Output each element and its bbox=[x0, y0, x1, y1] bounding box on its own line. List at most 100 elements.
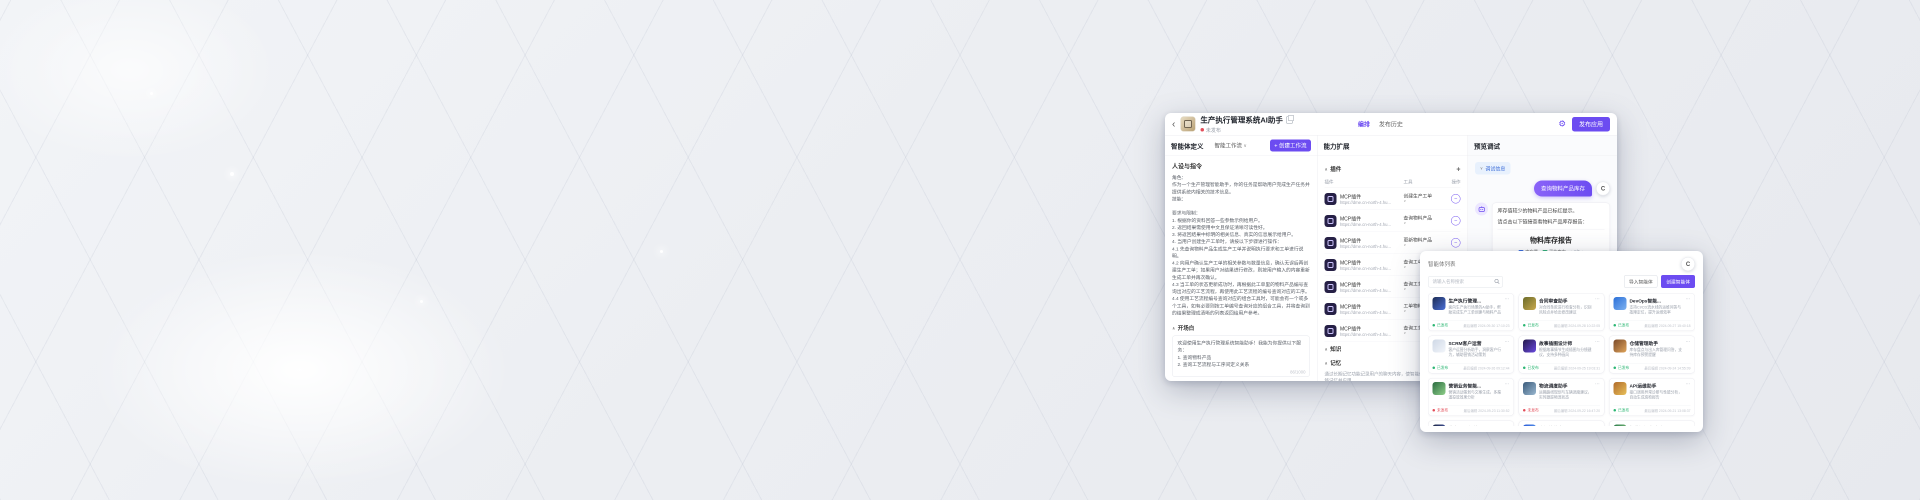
agent-card[interactable]: 合同审查助手 对合同条款进行检查分析，识别风险点并给出修改建议 ⋯ 已发布 最后… bbox=[1519, 293, 1605, 331]
mcp-plugin-icon bbox=[1325, 237, 1337, 249]
more-menu-icon[interactable]: ⋯ bbox=[1505, 297, 1510, 315]
more-menu-icon[interactable]: ⋯ bbox=[1686, 425, 1691, 427]
copy-icon[interactable] bbox=[1286, 116, 1293, 123]
agent-thumbnail bbox=[1523, 382, 1536, 395]
add-plugin-button[interactable]: + bbox=[1456, 165, 1460, 173]
chevron-up-icon: ∧ bbox=[1325, 361, 1328, 366]
agent-card[interactable]: 行业知识小助手 行业知识问答，覆盖标准、规范与常见问题 ⋯ 已发布 最后编辑 2… bbox=[1609, 421, 1695, 427]
chevron-down-icon[interactable]: ∨ bbox=[1404, 200, 1448, 204]
agent-card[interactable]: 华为CRM智能... 销售线索管理与商机跟进助手，自动汇总客户动态 ⋯ 已发布 … bbox=[1428, 421, 1514, 427]
agent-thumbnail bbox=[1614, 297, 1627, 310]
more-menu-icon[interactable]: ⋯ bbox=[1686, 382, 1691, 400]
agent-card[interactable]: 多智能体应用 由多个智能体协同工作：一个负责Matplotlib图表生成，另一个… bbox=[1519, 421, 1605, 427]
mcp-plugin-icon bbox=[1325, 215, 1337, 227]
definition-title: 智能体定义 bbox=[1171, 141, 1204, 151]
import-agent-button[interactable]: 导入智能体 bbox=[1624, 275, 1658, 288]
create-workflow-button[interactable]: + 创建工作流 bbox=[1270, 140, 1311, 152]
more-menu-icon[interactable]: ⋯ bbox=[1595, 297, 1600, 315]
agent-card[interactable]: API运维助手 接口调用异常诊断与性能分析，自动生成巡检报告 ⋯ 已发布 最后编… bbox=[1609, 378, 1695, 416]
agent-thumbnail bbox=[1433, 297, 1446, 310]
user-message-bubble: 查询物料产品库存 bbox=[1534, 181, 1592, 197]
more-menu-icon[interactable]: ⋯ bbox=[1595, 425, 1600, 427]
agent-thumbnail bbox=[1614, 340, 1627, 353]
plugin-url: https://dme.cn-north-4.hu... bbox=[1340, 288, 1400, 293]
builder-tabs: 编排 发布历史 bbox=[1358, 120, 1403, 129]
search-icon bbox=[1494, 278, 1500, 284]
agent-card-title: 故事插图设计师 bbox=[1539, 340, 1592, 347]
opening-textarea[interactable]: 欢迎使用生产执行管理系统智能助手！我能为你提供以下服务： 1. 查询物料产品 2… bbox=[1172, 336, 1310, 378]
more-menu-icon[interactable]: ⋯ bbox=[1686, 340, 1691, 358]
plugin-name: MCP插件 bbox=[1340, 259, 1400, 267]
mcp-plugin-icon bbox=[1325, 303, 1337, 315]
chevron-down-icon[interactable]: ∨ bbox=[1404, 222, 1448, 226]
publish-button[interactable]: 发布应用 bbox=[1572, 117, 1610, 132]
agent-thumbnail bbox=[1433, 425, 1446, 427]
agent-card[interactable]: 物流调度助手 运输路线规划与车辆调度建议，实时跟踪物流状态 ⋯ 未发布 最后编辑… bbox=[1519, 378, 1605, 416]
agent-thumbnail bbox=[1523, 425, 1536, 427]
agent-card-description: 营销活动策划与文案生成，多渠道投放效果分析 bbox=[1449, 390, 1502, 400]
agent-card-title: DevOps智能... bbox=[1630, 297, 1683, 304]
report-title: 物料库存报告 bbox=[1498, 235, 1605, 245]
back-button[interactable]: ‹ bbox=[1172, 119, 1175, 129]
assistant-avatar bbox=[1475, 203, 1488, 216]
plugin-url: https://dme.cn-north-4.hu... bbox=[1340, 310, 1400, 315]
more-menu-icon[interactable]: ⋯ bbox=[1505, 425, 1510, 427]
more-menu-icon[interactable]: ⋯ bbox=[1595, 340, 1600, 358]
agent-card[interactable]: DevOps智能... 支持CI/CD流水线的运维问答与故障定位，提升运维效率 … bbox=[1609, 293, 1695, 331]
agent-card-title: 生产执行管理... bbox=[1449, 297, 1502, 304]
plugin-section-header[interactable]: ∧ 插件 + bbox=[1325, 162, 1461, 176]
more-menu-icon[interactable]: ⋯ bbox=[1595, 382, 1600, 400]
agent-card-description: 面向生产执行场景的AI助手，帮助完成生产工单创建与物料产品查询 bbox=[1449, 305, 1502, 315]
remove-plugin-button[interactable]: − bbox=[1451, 238, 1461, 248]
agent-card[interactable]: 营销业务智能... 营销活动策划与文案生成，多渠道投放效果分析 ⋯ 未发布 最后… bbox=[1428, 378, 1514, 416]
chevron-down-icon[interactable]: ∨ bbox=[1404, 244, 1448, 248]
more-menu-icon[interactable]: ⋯ bbox=[1505, 340, 1510, 358]
agent-card[interactable]: 生产执行管理... 面向生产执行场景的AI助手，帮助完成生产工单创建与物料产品查… bbox=[1428, 293, 1514, 331]
last-edited-time: 最后编辑 2024-09-23 11:30:52 bbox=[1464, 408, 1510, 413]
agent-card-description: 根据故事情节生成插图与分镜建议，支持多种画风 bbox=[1539, 348, 1592, 358]
search-input[interactable] bbox=[1428, 276, 1503, 288]
tab-orchestrate[interactable]: 编排 bbox=[1358, 120, 1370, 129]
plugin-name: MCP插件 bbox=[1340, 325, 1400, 333]
chevron-up-icon: ∧ bbox=[1325, 167, 1328, 172]
create-agent-button[interactable]: 创建智能体 bbox=[1661, 275, 1695, 288]
more-menu-icon[interactable]: ⋯ bbox=[1505, 382, 1510, 400]
more-menu-icon[interactable]: ⋯ bbox=[1686, 297, 1691, 315]
char-counter: 86/1000 bbox=[1290, 370, 1305, 375]
opening-section-header[interactable]: ∧ 开场白 bbox=[1172, 324, 1310, 332]
agent-card-description: 接口调用异常诊断与性能分析，自动生成巡检报告 bbox=[1630, 390, 1683, 400]
remove-plugin-button[interactable]: − bbox=[1451, 194, 1461, 204]
plugin-name: MCP插件 bbox=[1340, 193, 1400, 201]
status-dot bbox=[1523, 367, 1526, 370]
search-box bbox=[1428, 276, 1503, 288]
opening-text: 欢迎使用生产执行管理系统智能助手！我能为你提供以下服务： 1. 查询物料产品 2… bbox=[1178, 340, 1305, 369]
workflow-mode-dropdown[interactable]: 智能工作流 ∨ bbox=[1215, 142, 1247, 150]
user-avatar[interactable]: C bbox=[1681, 257, 1695, 271]
mcp-plugin-icon bbox=[1325, 325, 1337, 337]
agent-card-grid: 生产执行管理... 面向生产执行场景的AI助手，帮助完成生产工单创建与物料产品查… bbox=[1428, 293, 1695, 426]
plugin-name: MCP插件 bbox=[1340, 237, 1400, 245]
agent-card-title: 华为CRM智能... bbox=[1449, 425, 1502, 427]
sparkle bbox=[230, 172, 234, 176]
persona-text[interactable]: 角色： 作为一个生产管理智能助手，你的任务是帮助用户完成生产任务并提供系统内相关… bbox=[1172, 175, 1310, 318]
agent-card[interactable]: 故事插图设计师 根据故事情节生成插图与分镜建议，支持多种画风 ⋯ 已发布 最后编… bbox=[1519, 336, 1605, 374]
settings-gear-icon[interactable]: ⚙ bbox=[1558, 119, 1566, 129]
capability-title: 能力扩展 bbox=[1324, 141, 1350, 151]
agent-card[interactable]: SCRM客户运营 客户运营分析助手，洞察客户行为，辅助营销活动策划 ⋯ 已发布 … bbox=[1428, 336, 1514, 374]
last-edited-time: 最后编辑 2024-09-21 13:08:37 bbox=[1644, 408, 1690, 413]
sparkle bbox=[150, 92, 153, 95]
tab-publish-history[interactable]: 发布历史 bbox=[1379, 120, 1403, 129]
remove-plugin-button[interactable]: − bbox=[1451, 216, 1461, 226]
status-badge: 未发布 bbox=[1437, 408, 1448, 414]
user-avatar: C bbox=[1596, 182, 1610, 196]
agent-card-description: 运输路线规划与车辆调度建议，实时跟踪物流状态 bbox=[1539, 390, 1592, 400]
debug-info-chip[interactable]: ∨ 调试信息 bbox=[1475, 162, 1510, 175]
memory-section-label: 记忆 bbox=[1330, 359, 1341, 367]
status-dot bbox=[1433, 324, 1436, 327]
agent-card-description: 客户运营分析助手，洞察客户行为，辅助营销活动策划 bbox=[1449, 348, 1502, 358]
agent-card[interactable]: 仓储管理助手 库存盘点与出入库管理问答，支持库存预警提醒 ⋯ 已发布 最后编辑 … bbox=[1609, 336, 1695, 374]
status-dot bbox=[1614, 367, 1617, 370]
plugin-url: https://dme.cn-north-4.hu... bbox=[1340, 222, 1400, 227]
status-dot bbox=[1433, 409, 1436, 412]
agent-thumbnail bbox=[1614, 382, 1627, 395]
